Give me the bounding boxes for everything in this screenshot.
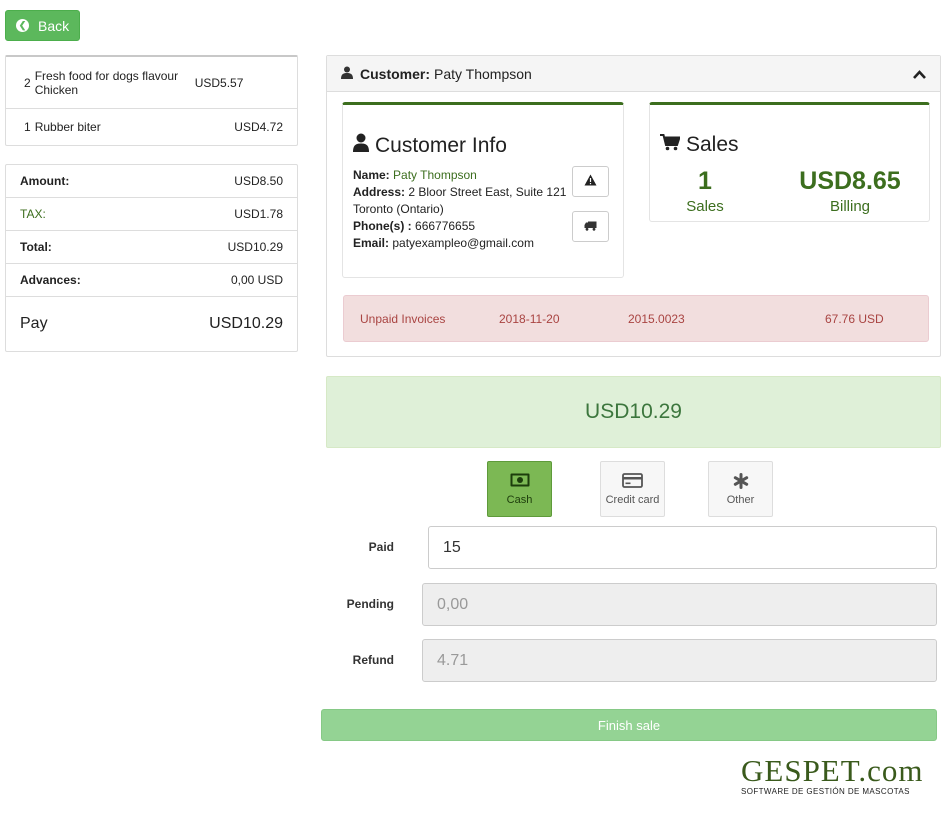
email-label: Email: — [353, 236, 390, 250]
advances-value: 0,00 USD — [230, 273, 283, 287]
payment-total-banner: USD10.29 — [326, 376, 941, 448]
pay-label: Pay — [20, 315, 48, 332]
item-qty: 2 — [24, 75, 31, 90]
tax-label: TAX: — [20, 207, 46, 221]
chevron-left-icon: ❮ — [16, 19, 29, 32]
total-row: Total: USD10.29 — [6, 231, 297, 264]
amount-row: Amount: USD8.50 — [6, 165, 297, 198]
finish-sale-label: Finish sale — [597, 717, 661, 733]
customer-info-box: Customer Info Name: Paty Thompson Addres… — [342, 102, 624, 278]
unpaid-number: 2015.0023 — [628, 312, 685, 326]
tax-value: USD1.78 — [234, 207, 283, 221]
sales-box: Sales 1 Sales USD8.65 Billing — [649, 102, 930, 222]
tax-row: TAX: USD1.78 — [6, 198, 297, 231]
pending-field — [422, 583, 937, 626]
sales-count: 1 — [698, 167, 712, 195]
pay-row: Pay USD10.29 — [6, 297, 297, 351]
alert-button[interactable] — [572, 166, 609, 197]
sales-count-label: Sales — [686, 198, 724, 215]
truck-icon — [584, 220, 597, 234]
user-icon — [341, 66, 353, 82]
pending-label: Pending — [346, 597, 394, 611]
back-button[interactable]: ❮ Back — [5, 10, 80, 41]
customer-panel: Customer: Paty Thompson Customer Info Na… — [326, 55, 941, 357]
cart-item: 1 Rubber biter USD4.72 — [6, 109, 297, 145]
amount-label: Amount: — [20, 174, 70, 188]
shopping-cart-icon — [660, 133, 681, 157]
advances-row: Advances: 0,00 USD — [6, 264, 297, 297]
warning-icon — [584, 174, 597, 189]
user-icon — [353, 133, 369, 158]
logo-wordmark: GESPET.com — [741, 753, 924, 788]
logo-tagline: SOFTWARE DE GESTIÓN DE MASCOTAS — [741, 787, 910, 796]
payment-total: USD10.29 — [585, 400, 682, 423]
unpaid-invoice-row[interactable]: Unpaid Invoices 2018-11-20 2015.0023 67.… — [343, 295, 929, 342]
method-credit-card-label: Credit card — [605, 494, 660, 506]
item-name: Fresh food for dogs flavour Chicken — [34, 68, 179, 97]
billing-value: USD8.65 — [799, 167, 901, 195]
sales-title: Sales — [660, 133, 929, 157]
unpaid-date: 2018-11-20 — [499, 312, 560, 326]
customer-name-link[interactable]: Paty Thompson — [393, 168, 477, 182]
method-other-label: Other — [726, 494, 755, 506]
method-cash-label: Cash — [506, 494, 533, 506]
advances-label: Advances: — [20, 273, 81, 287]
item-price: USD5.57 — [194, 75, 244, 90]
item-qty: 1 — [24, 120, 31, 134]
customer-panel-header[interactable]: Customer: Paty Thompson — [327, 56, 940, 92]
credit-card-icon — [601, 473, 664, 491]
paid-label: Paid — [368, 540, 394, 554]
cart-item: 2 Fresh food for dogs flavour Chicken US… — [6, 57, 297, 109]
total-label: Total: — [20, 240, 52, 254]
customer-header-name: Paty Thompson — [434, 65, 532, 82]
address-line1: 2 Bloor Street East, Suite 121 — [408, 185, 567, 199]
address-label: Address: — [353, 185, 406, 199]
billing-label: Billing — [829, 198, 871, 215]
collapse-chevron-icon[interactable] — [913, 66, 926, 82]
unpaid-amount: 67.76 USD — [825, 312, 884, 326]
refund-label: Refund — [352, 653, 394, 667]
phone-label: Phone(s) : — [353, 219, 412, 233]
paid-input[interactable] — [428, 526, 937, 569]
unpaid-label: Unpaid Invoices — [360, 312, 446, 326]
sales-heading: Sales — [686, 133, 739, 156]
customer-header-label: Customer: — [360, 65, 431, 82]
back-label: Back — [38, 17, 70, 34]
cash-icon — [488, 473, 551, 491]
refund-field — [422, 639, 937, 682]
gespet-logo: GESPET.com SOFTWARE DE GESTIÓN DE MASCOT… — [741, 753, 924, 796]
amount-value: USD8.50 — [234, 174, 283, 188]
delivery-button[interactable] — [572, 211, 609, 242]
cart-items-panel: 2 Fresh food for dogs flavour Chicken US… — [5, 55, 298, 146]
method-credit-card-button[interactable]: Credit card — [600, 461, 665, 517]
item-price: USD4.72 — [234, 120, 283, 134]
finish-sale-button[interactable]: Finish sale — [321, 709, 937, 741]
email-value: patyexampleo@gmail.com — [392, 236, 534, 250]
item-name: Rubber biter — [34, 120, 101, 134]
name-label: Name: — [353, 168, 390, 182]
customer-info-heading: Customer Info — [375, 133, 507, 157]
asterisk-icon — [709, 473, 772, 491]
method-other-button[interactable]: Other — [708, 461, 773, 517]
sales-count-stat: 1 Sales — [670, 167, 740, 215]
phone-value: 666776655 — [415, 219, 476, 233]
billing-stat: USD8.65 Billing — [785, 167, 915, 215]
total-value: USD10.29 — [227, 240, 283, 254]
pay-value: USD10.29 — [209, 315, 283, 332]
totals-panel: Amount: USD8.50 TAX: USD1.78 Total: USD1… — [5, 164, 298, 352]
method-cash-button[interactable]: Cash — [487, 461, 552, 517]
customer-info-title: Customer Info — [353, 133, 623, 158]
